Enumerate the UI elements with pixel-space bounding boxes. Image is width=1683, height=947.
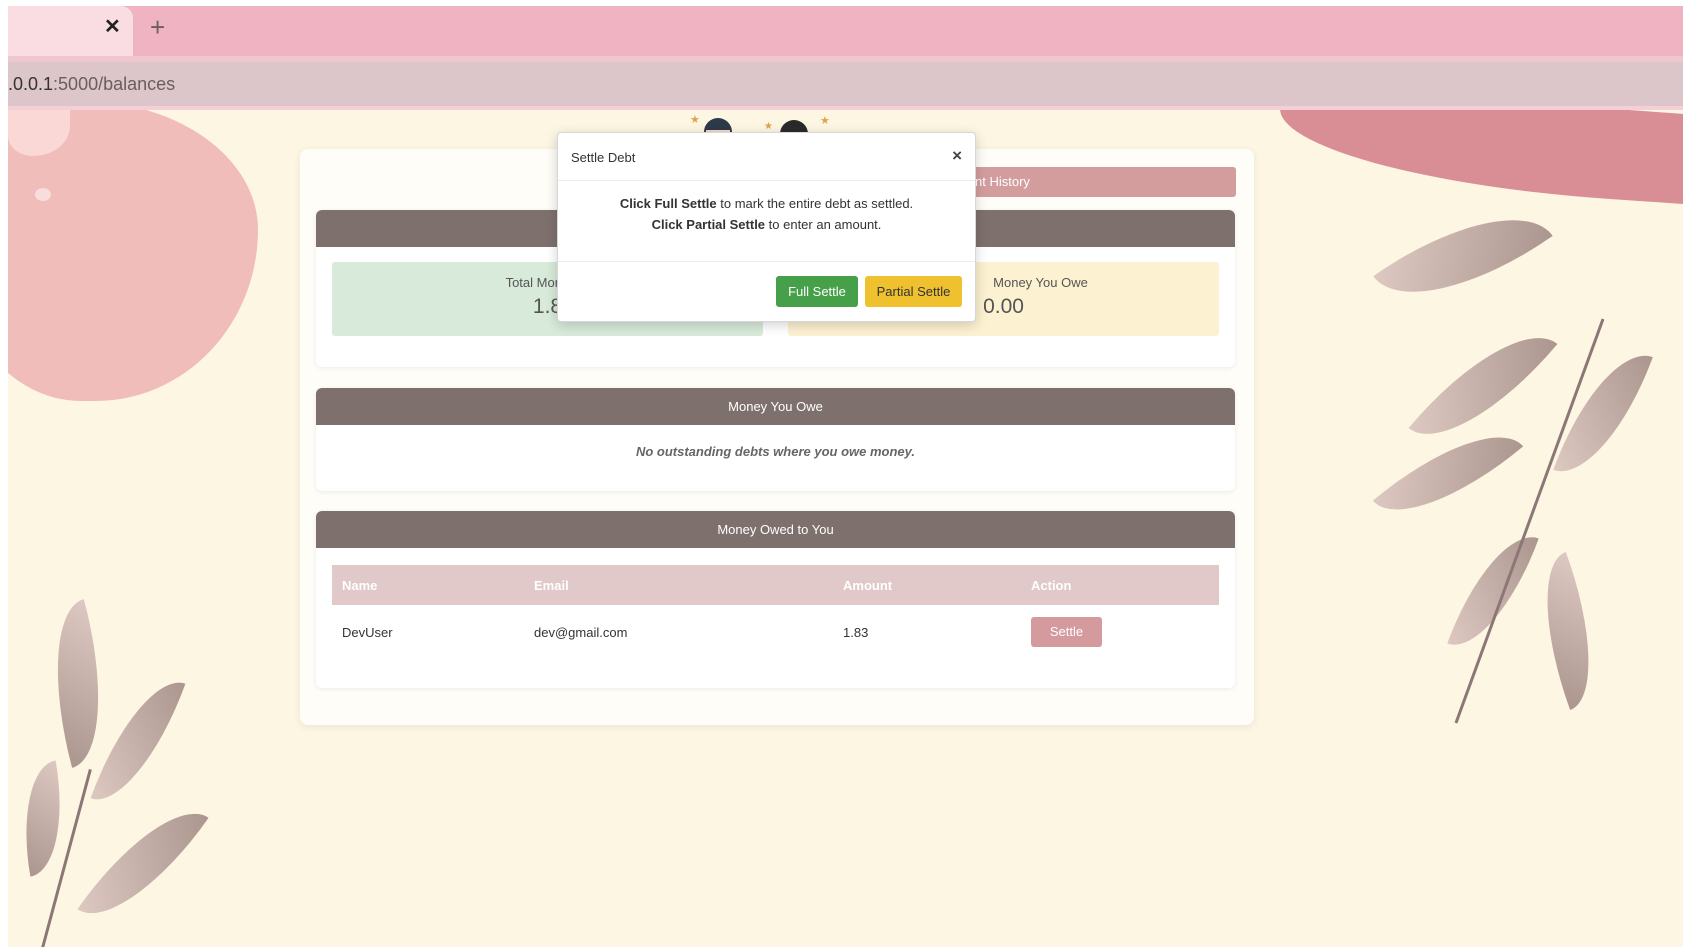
modal-footer: Full Settle Partial Settle xyxy=(558,261,975,322)
svg-text:★: ★ xyxy=(690,114,700,126)
tab-strip: ✕ + xyxy=(8,6,1683,56)
leaf-decoration xyxy=(1373,178,1553,334)
column-header-action: Action xyxy=(1031,577,1072,593)
leaf-decoration xyxy=(77,786,209,941)
payment-history-button[interactable]: nt History xyxy=(973,167,1236,197)
money-owed-to-you-header: Money Owed to You xyxy=(316,511,1235,548)
money-owed-to-you-section: Money Owed to You Name Email Amount Acti… xyxy=(316,511,1235,688)
payment-history-label: nt History xyxy=(975,174,1030,189)
instruction-partial-text: to enter an amount. xyxy=(765,217,882,232)
url-path: :5000/balances xyxy=(53,74,176,94)
column-header-amount: Amount xyxy=(843,577,893,593)
table-header-row: Name Email Amount Action xyxy=(332,565,1219,605)
address-bar: .0.0.1:5000/balances xyxy=(8,56,1683,110)
url-field[interactable]: .0.0.1:5000/balances xyxy=(8,62,1683,106)
chrome-divider xyxy=(8,106,1683,110)
close-tab-icon[interactable]: ✕ xyxy=(104,14,121,39)
column-header-email: Email xyxy=(534,577,569,593)
close-icon[interactable]: × xyxy=(952,146,962,166)
instruction-full-text: to mark the entire debt as settled. xyxy=(716,196,914,211)
column-header-name: Name xyxy=(342,577,378,593)
decorative-dot xyxy=(35,188,51,201)
row-amount: 1.83 xyxy=(843,624,869,640)
leaf-decoration xyxy=(30,599,126,768)
modal-instruction-full: Click Full Settle to mark the entire deb… xyxy=(558,193,975,214)
modal-title: Settle Debt xyxy=(571,150,636,165)
svg-text:★: ★ xyxy=(764,121,773,132)
leaf-decoration xyxy=(1447,521,1539,661)
url-text[interactable]: .0.0.1:5000/balances xyxy=(8,74,175,95)
url-host: .0.0.1 xyxy=(8,74,54,94)
row-name: DevUser xyxy=(342,624,393,640)
no-debts-message: No outstanding debts where you owe money… xyxy=(635,444,916,459)
instruction-partial-bold: Click Partial Settle xyxy=(651,217,766,232)
instruction-full-bold: Click Full Settle xyxy=(619,196,717,211)
svg-text:★: ★ xyxy=(820,115,830,127)
leaf-decoration xyxy=(1518,551,1618,711)
new-tab-icon[interactable]: + xyxy=(150,12,165,43)
modal-header: Settle Debt × xyxy=(558,133,975,181)
partial-settle-button[interactable]: Partial Settle xyxy=(865,276,962,307)
modal-body: Click Full Settle to mark the entire deb… xyxy=(558,193,975,235)
full-settle-button[interactable]: Full Settle xyxy=(776,276,858,307)
settle-button[interactable]: Settle xyxy=(1031,617,1102,647)
row-email: dev@gmail.com xyxy=(534,624,628,640)
row-action-cell: Settle xyxy=(1021,605,1219,659)
money-you-owe-header: Money You Owe xyxy=(316,388,1235,425)
owed-table: Name Email Amount Action DevUser dev@gma… xyxy=(332,565,1219,659)
modal-instruction-partial: Click Partial Settle to enter an amount. xyxy=(558,214,975,235)
settle-debt-modal: Settle Debt × Click Full Settle to mark … xyxy=(557,132,976,322)
browser-window: ✕ + .0.0.1:5000/balances ★ ★ ★ nt Histor… xyxy=(8,6,1683,947)
browser-tab[interactable]: ✕ xyxy=(8,6,133,56)
table-row: DevUser dev@gmail.com 1.83 Settle xyxy=(332,605,1219,659)
money-you-owe-section: Money You Owe No outstanding debts where… xyxy=(316,388,1235,491)
leaf-decoration xyxy=(90,666,186,816)
